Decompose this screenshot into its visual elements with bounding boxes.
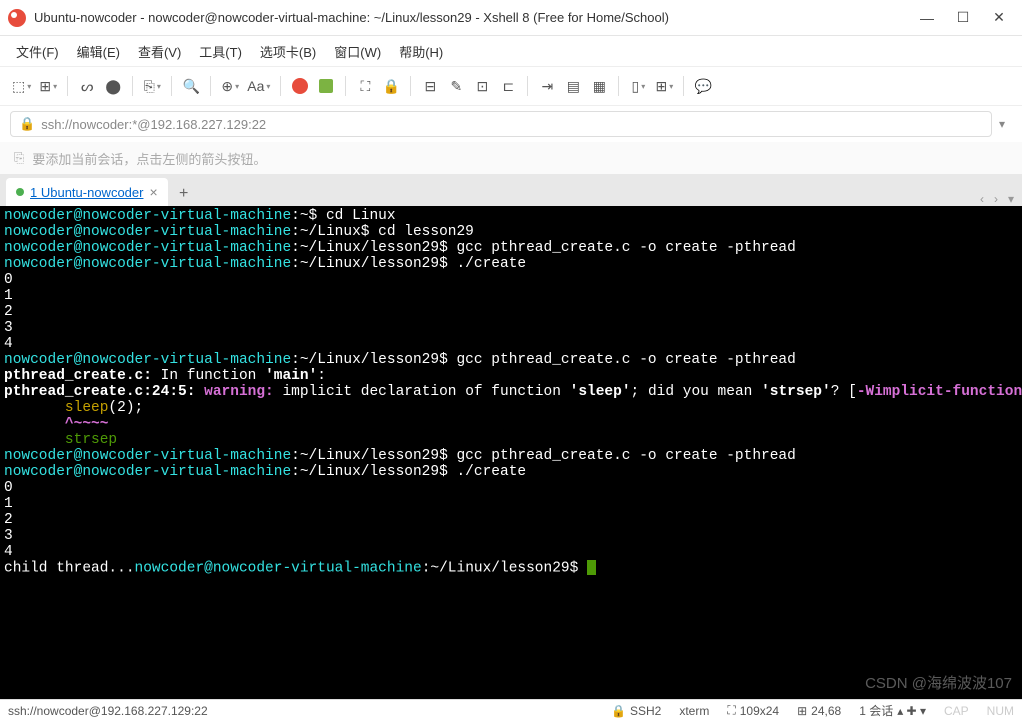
maximize-button[interactable]: ☐ bbox=[956, 11, 970, 25]
toolbar: ⬚▾ ⊞▾ ᔕ ⬤ ⎘▾ 🔍 ⊕▾ Aa▾ ⛶ 🔒 ⊟ ✎ ⊡ ⊏ ⇥ ▤ ▦ … bbox=[0, 66, 1022, 106]
link-button[interactable]: ⬤ bbox=[102, 74, 124, 98]
status-sessions: 1 会话 ▴ ✚ ▾ bbox=[859, 702, 926, 719]
hint-text: 要添加当前会话，点击左侧的箭头按钮。 bbox=[32, 149, 266, 168]
tab-label: 1 Ubuntu-nowcoder bbox=[30, 185, 143, 200]
status-num: NUM bbox=[987, 704, 1014, 718]
terminal[interactable]: nowcoder@nowcoder-virtual-machine:~$ cd … bbox=[0, 206, 1022, 699]
transfer-icon[interactable]: ⇥ bbox=[536, 74, 558, 98]
new-session-button[interactable]: ⬚▾ bbox=[10, 74, 33, 98]
layout2-icon[interactable]: ⊞▾ bbox=[653, 74, 675, 98]
connect-button[interactable]: ᔕ bbox=[76, 74, 98, 98]
menu-help[interactable]: 帮助(H) bbox=[399, 42, 443, 61]
cursor bbox=[587, 560, 596, 575]
status-size: ⛶109x24 bbox=[727, 703, 779, 718]
chat-icon[interactable]: 💬 bbox=[692, 74, 714, 98]
status-proto: 🔒SSH2 bbox=[611, 704, 661, 718]
separator bbox=[171, 76, 172, 96]
separator bbox=[67, 76, 68, 96]
menu-tabs[interactable]: 选项卡(B) bbox=[260, 42, 316, 61]
address-text: ssh://nowcoder:*@192.168.227.129:22 bbox=[41, 117, 266, 132]
menu-tools[interactable]: 工具(T) bbox=[199, 42, 242, 61]
tab-nav: ‹ › ▾ bbox=[980, 192, 1014, 206]
add-tab-button[interactable]: + bbox=[172, 182, 196, 206]
status-bar: ssh://nowcoder@192.168.227.129:22 🔒SSH2 … bbox=[0, 699, 1022, 721]
red-swirl-icon[interactable] bbox=[289, 74, 311, 98]
status-connection: ssh://nowcoder@192.168.227.129:22 bbox=[8, 704, 208, 718]
copy-button[interactable]: ⎘▾ bbox=[141, 74, 163, 98]
separator bbox=[527, 76, 528, 96]
close-button[interactable]: ✕ bbox=[992, 11, 1006, 25]
app-logo-icon bbox=[8, 9, 26, 27]
tab-close-icon[interactable]: × bbox=[149, 184, 157, 200]
tool1-icon[interactable]: ⊟ bbox=[419, 74, 441, 98]
layout1-icon[interactable]: ▯▾ bbox=[627, 74, 649, 98]
status-dot-icon bbox=[16, 188, 24, 196]
menu-window[interactable]: 窗口(W) bbox=[334, 42, 381, 61]
open-button[interactable]: ⊞▾ bbox=[37, 74, 59, 98]
expand-icon[interactable]: ⛶ bbox=[354, 74, 376, 98]
separator bbox=[280, 76, 281, 96]
tab-prev-icon[interactable]: ‹ bbox=[980, 192, 984, 206]
menu-edit[interactable]: 编辑(E) bbox=[77, 42, 120, 61]
menu-view[interactable]: 查看(V) bbox=[138, 42, 181, 61]
hint-bar: ⎘ 要添加当前会话，点击左侧的箭头按钮。 bbox=[0, 142, 1022, 174]
lock-icon[interactable]: 🔒 bbox=[380, 74, 402, 98]
tab-next-icon[interactable]: › bbox=[994, 192, 998, 206]
window-controls: — ☐ ✕ bbox=[920, 11, 1006, 25]
separator bbox=[683, 76, 684, 96]
address-dropdown[interactable]: ▾ bbox=[992, 117, 1012, 131]
status-pos: ⊞ 24,68 bbox=[797, 704, 841, 718]
titlebar: Ubuntu-nowcoder - nowcoder@nowcoder-virt… bbox=[0, 0, 1022, 36]
separator bbox=[618, 76, 619, 96]
minimize-button[interactable]: — bbox=[920, 11, 934, 25]
menu-file[interactable]: 文件(F) bbox=[16, 42, 59, 61]
globe-button[interactable]: ⊕▾ bbox=[219, 74, 241, 98]
tab-session[interactable]: 1 Ubuntu-nowcoder × bbox=[6, 178, 168, 206]
menubar: 文件(F) 编辑(E) 查看(V) 工具(T) 选项卡(B) 窗口(W) 帮助(… bbox=[0, 36, 1022, 66]
search-button[interactable]: 🔍 bbox=[180, 74, 202, 98]
separator bbox=[132, 76, 133, 96]
separator bbox=[345, 76, 346, 96]
green-dot-icon[interactable] bbox=[315, 74, 337, 98]
separator bbox=[210, 76, 211, 96]
tool2-icon[interactable]: ✎ bbox=[445, 74, 467, 98]
status-term: xterm bbox=[679, 704, 709, 718]
lock-icon: 🔒 bbox=[19, 116, 35, 132]
address-bar: 🔒 ssh://nowcoder:*@192.168.227.129:22 ▾ bbox=[0, 106, 1022, 142]
window-icon[interactable]: ▤ bbox=[562, 74, 584, 98]
tool4-icon[interactable]: ⊏ bbox=[497, 74, 519, 98]
panel-icon[interactable]: ▦ bbox=[588, 74, 610, 98]
hint-icon: ⎘ bbox=[14, 150, 24, 166]
separator bbox=[410, 76, 411, 96]
status-cap: CAP bbox=[944, 704, 969, 718]
address-input[interactable]: 🔒 ssh://nowcoder:*@192.168.227.129:22 bbox=[10, 111, 992, 137]
font-button[interactable]: Aa▾ bbox=[245, 74, 272, 98]
tab-bar: 1 Ubuntu-nowcoder × + ‹ › ▾ bbox=[0, 174, 1022, 206]
tab-menu-icon[interactable]: ▾ bbox=[1008, 192, 1014, 206]
tool3-icon[interactable]: ⊡ bbox=[471, 74, 493, 98]
window-title: Ubuntu-nowcoder - nowcoder@nowcoder-virt… bbox=[34, 10, 920, 25]
